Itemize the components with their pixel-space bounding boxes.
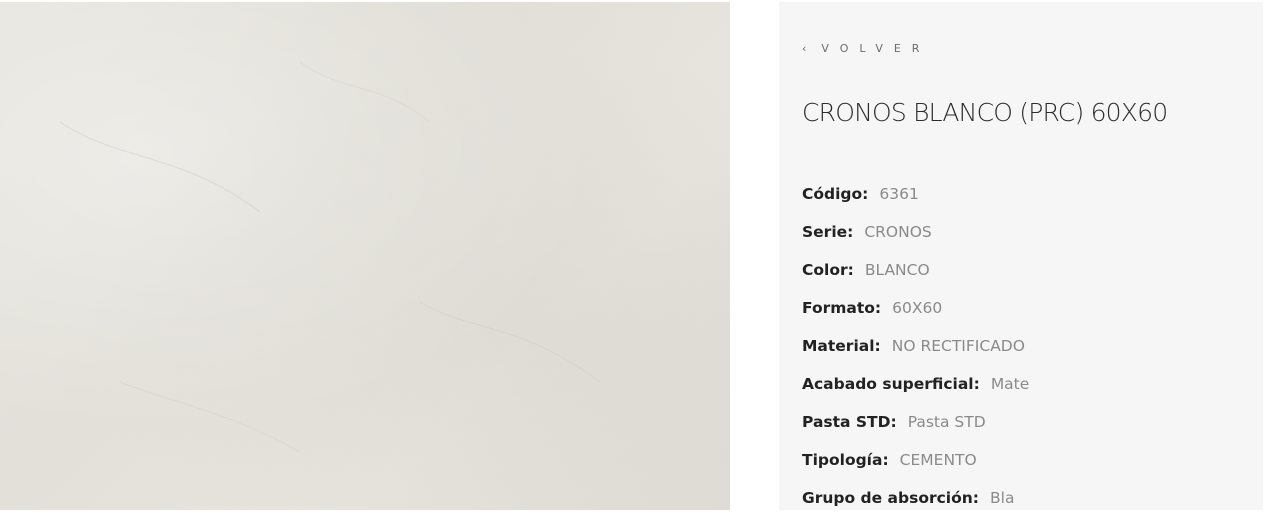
spec-list: Código: 6361 Serie: CRONOS Color: BLANCO Fo… xyxy=(802,181,1029,523)
spec-value: BLANCO xyxy=(864,261,930,279)
spec-label: Color: xyxy=(802,261,854,279)
back-link[interactable]: ‹ VOLVER xyxy=(802,42,930,55)
spec-label: Acabado superficial: xyxy=(802,375,980,393)
spec-row-color: Color: BLANCO xyxy=(802,257,1029,295)
spec-value: CRONOS xyxy=(864,223,932,241)
chevron-left-icon: ‹ xyxy=(802,42,807,55)
spec-value: Mate xyxy=(990,375,1030,393)
spec-row-serie: Serie: CRONOS xyxy=(802,219,1029,257)
back-label: VOLVER xyxy=(821,42,931,55)
spec-label: Material: xyxy=(802,337,881,355)
spec-label: Formato: xyxy=(802,299,882,317)
spec-label: Tipología: xyxy=(802,451,889,469)
product-image xyxy=(0,2,730,510)
product-title: CRONOS BLANCO (PRC) 60X60 xyxy=(802,98,1168,127)
spec-value: Bla xyxy=(990,489,1015,507)
spec-row-tipologia: Tipología: CEMENTO xyxy=(802,447,1029,485)
tile-texture xyxy=(59,61,601,453)
spec-row-acabado: Acabado superficial: Mate xyxy=(802,371,1029,409)
spec-value: Pasta STD xyxy=(907,413,986,431)
spec-value: 60X60 xyxy=(892,299,943,317)
spec-label: Código: xyxy=(802,185,869,203)
spec-value: 6361 xyxy=(879,185,919,203)
spec-label: Serie: xyxy=(802,223,854,241)
spec-row-formato: Formato: 60X60 xyxy=(802,295,1029,333)
spec-row-material: Material: NO RECTIFICADO xyxy=(802,333,1029,371)
spec-value: CEMENTO xyxy=(899,451,977,469)
product-details-panel: ‹ VOLVER CRONOS BLANCO (PRC) 60X60 Código… xyxy=(779,2,1263,510)
spec-row-pasta: Pasta STD: Pasta STD xyxy=(802,409,1029,447)
spec-label: Pasta STD: xyxy=(802,413,897,431)
spec-value: NO RECTIFICADO xyxy=(891,337,1025,355)
spec-row-codigo: Código: 6361 xyxy=(802,181,1029,219)
spec-label: Grupo de absorción: xyxy=(802,489,980,507)
spec-row-absorcion: Grupo de absorción: Bla xyxy=(802,485,1029,523)
